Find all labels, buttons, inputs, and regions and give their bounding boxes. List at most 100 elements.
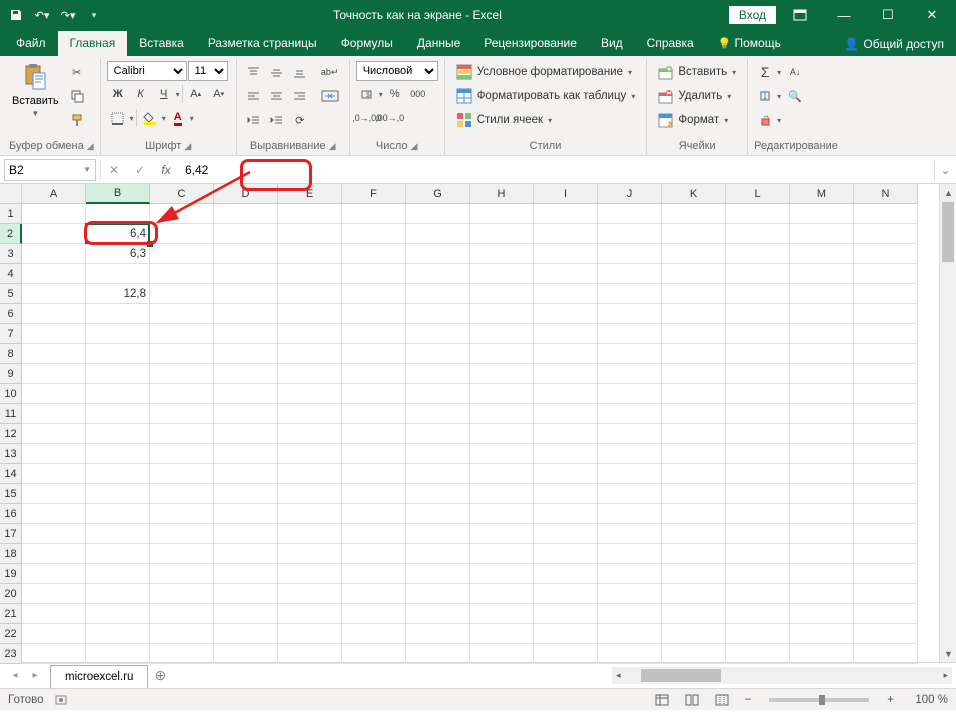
cell[interactable] <box>854 204 918 224</box>
cell[interactable] <box>278 484 342 504</box>
cell[interactable] <box>534 224 598 244</box>
percent-icon[interactable]: % <box>384 83 406 105</box>
cell[interactable] <box>662 264 726 284</box>
cell[interactable] <box>406 364 470 384</box>
cell[interactable] <box>854 444 918 464</box>
align-middle-icon[interactable] <box>266 61 288 83</box>
cell[interactable] <box>598 564 662 584</box>
cell[interactable] <box>662 284 726 304</box>
column-header[interactable]: G <box>406 184 470 204</box>
cell[interactable] <box>150 584 214 604</box>
cell[interactable] <box>534 584 598 604</box>
decrease-indent-icon[interactable] <box>243 109 265 131</box>
cell[interactable] <box>150 624 214 644</box>
cell[interactable] <box>790 624 854 644</box>
cell[interactable] <box>150 384 214 404</box>
tab-вид[interactable]: Вид <box>589 31 635 56</box>
cut-icon[interactable]: ✂ <box>66 61 88 83</box>
cell[interactable] <box>278 324 342 344</box>
cell[interactable] <box>342 644 406 664</box>
cell[interactable] <box>598 244 662 264</box>
cell[interactable] <box>86 504 150 524</box>
cell[interactable] <box>214 584 278 604</box>
cell[interactable] <box>150 244 214 264</box>
row-header[interactable]: 6 <box>0 304 22 324</box>
undo-icon[interactable]: ↶▾ <box>30 3 54 27</box>
cell[interactable] <box>790 224 854 244</box>
cell[interactable] <box>470 204 534 224</box>
cell[interactable] <box>790 384 854 404</box>
page-layout-view-icon[interactable] <box>681 691 703 709</box>
format-as-table-button[interactable]: Форматировать как таблицу▾ <box>451 85 641 107</box>
zoom-out-button[interactable]: − <box>741 694 756 706</box>
tab-рецензирование[interactable]: Рецензирование <box>472 31 589 56</box>
cell[interactable] <box>22 204 86 224</box>
cell[interactable] <box>214 564 278 584</box>
cell[interactable] <box>470 424 534 444</box>
cell[interactable] <box>790 564 854 584</box>
cell[interactable] <box>534 644 598 664</box>
cell[interactable] <box>662 484 726 504</box>
column-header[interactable]: F <box>342 184 406 204</box>
cell[interactable] <box>854 524 918 544</box>
cell[interactable] <box>854 624 918 644</box>
cell[interactable] <box>470 304 534 324</box>
cell[interactable] <box>662 604 726 624</box>
cell[interactable] <box>534 564 598 584</box>
cell[interactable] <box>790 464 854 484</box>
cell[interactable] <box>726 304 790 324</box>
cell[interactable] <box>598 604 662 624</box>
italic-button[interactable]: К <box>130 83 152 105</box>
borders-icon[interactable] <box>107 107 129 129</box>
column-header[interactable]: M <box>790 184 854 204</box>
cell[interactable] <box>86 604 150 624</box>
cell[interactable] <box>214 524 278 544</box>
format-painter-icon[interactable] <box>66 109 88 131</box>
tab-файл[interactable]: Файл <box>4 31 58 56</box>
cell[interactable] <box>22 604 86 624</box>
cell[interactable] <box>534 264 598 284</box>
cell[interactable] <box>86 544 150 564</box>
cell[interactable] <box>534 384 598 404</box>
cell[interactable] <box>150 324 214 344</box>
tab-разметка страницы[interactable]: Разметка страницы <box>196 31 329 56</box>
insert-cells-button[interactable]: Вставить▾ <box>653 61 741 83</box>
normal-view-icon[interactable] <box>651 691 673 709</box>
cell[interactable] <box>534 344 598 364</box>
cell[interactable] <box>854 344 918 364</box>
cell[interactable] <box>22 344 86 364</box>
font-size-select[interactable]: 11 <box>188 61 228 81</box>
cell[interactable] <box>342 524 406 544</box>
cell[interactable] <box>470 604 534 624</box>
cell[interactable] <box>598 624 662 644</box>
column-header[interactable]: K <box>662 184 726 204</box>
cell[interactable] <box>86 404 150 424</box>
cell[interactable] <box>342 564 406 584</box>
select-all-corner[interactable] <box>0 184 22 204</box>
cell[interactable] <box>214 364 278 384</box>
cell[interactable] <box>598 344 662 364</box>
cell[interactable] <box>406 284 470 304</box>
cell[interactable] <box>342 544 406 564</box>
cell[interactable]: 6,3 <box>86 244 150 264</box>
cell[interactable] <box>854 304 918 324</box>
cell[interactable] <box>406 344 470 364</box>
fill-color-icon[interactable] <box>139 107 161 129</box>
cell[interactable] <box>790 404 854 424</box>
cell[interactable] <box>662 424 726 444</box>
cell[interactable] <box>22 524 86 544</box>
qat-customize-icon[interactable]: ▾ <box>82 3 106 27</box>
cell[interactable] <box>22 324 86 344</box>
cell[interactable] <box>598 584 662 604</box>
cell[interactable] <box>534 404 598 424</box>
cell[interactable] <box>598 464 662 484</box>
cell[interactable] <box>406 244 470 264</box>
cell[interactable] <box>278 224 342 244</box>
cell-styles-button[interactable]: Стили ячеек▾ <box>451 109 641 131</box>
cell[interactable] <box>662 624 726 644</box>
cell[interactable] <box>534 284 598 304</box>
merge-icon[interactable] <box>317 85 343 107</box>
row-header[interactable]: 15 <box>0 484 22 504</box>
row-header[interactable]: 18 <box>0 544 22 564</box>
cell[interactable] <box>790 484 854 504</box>
